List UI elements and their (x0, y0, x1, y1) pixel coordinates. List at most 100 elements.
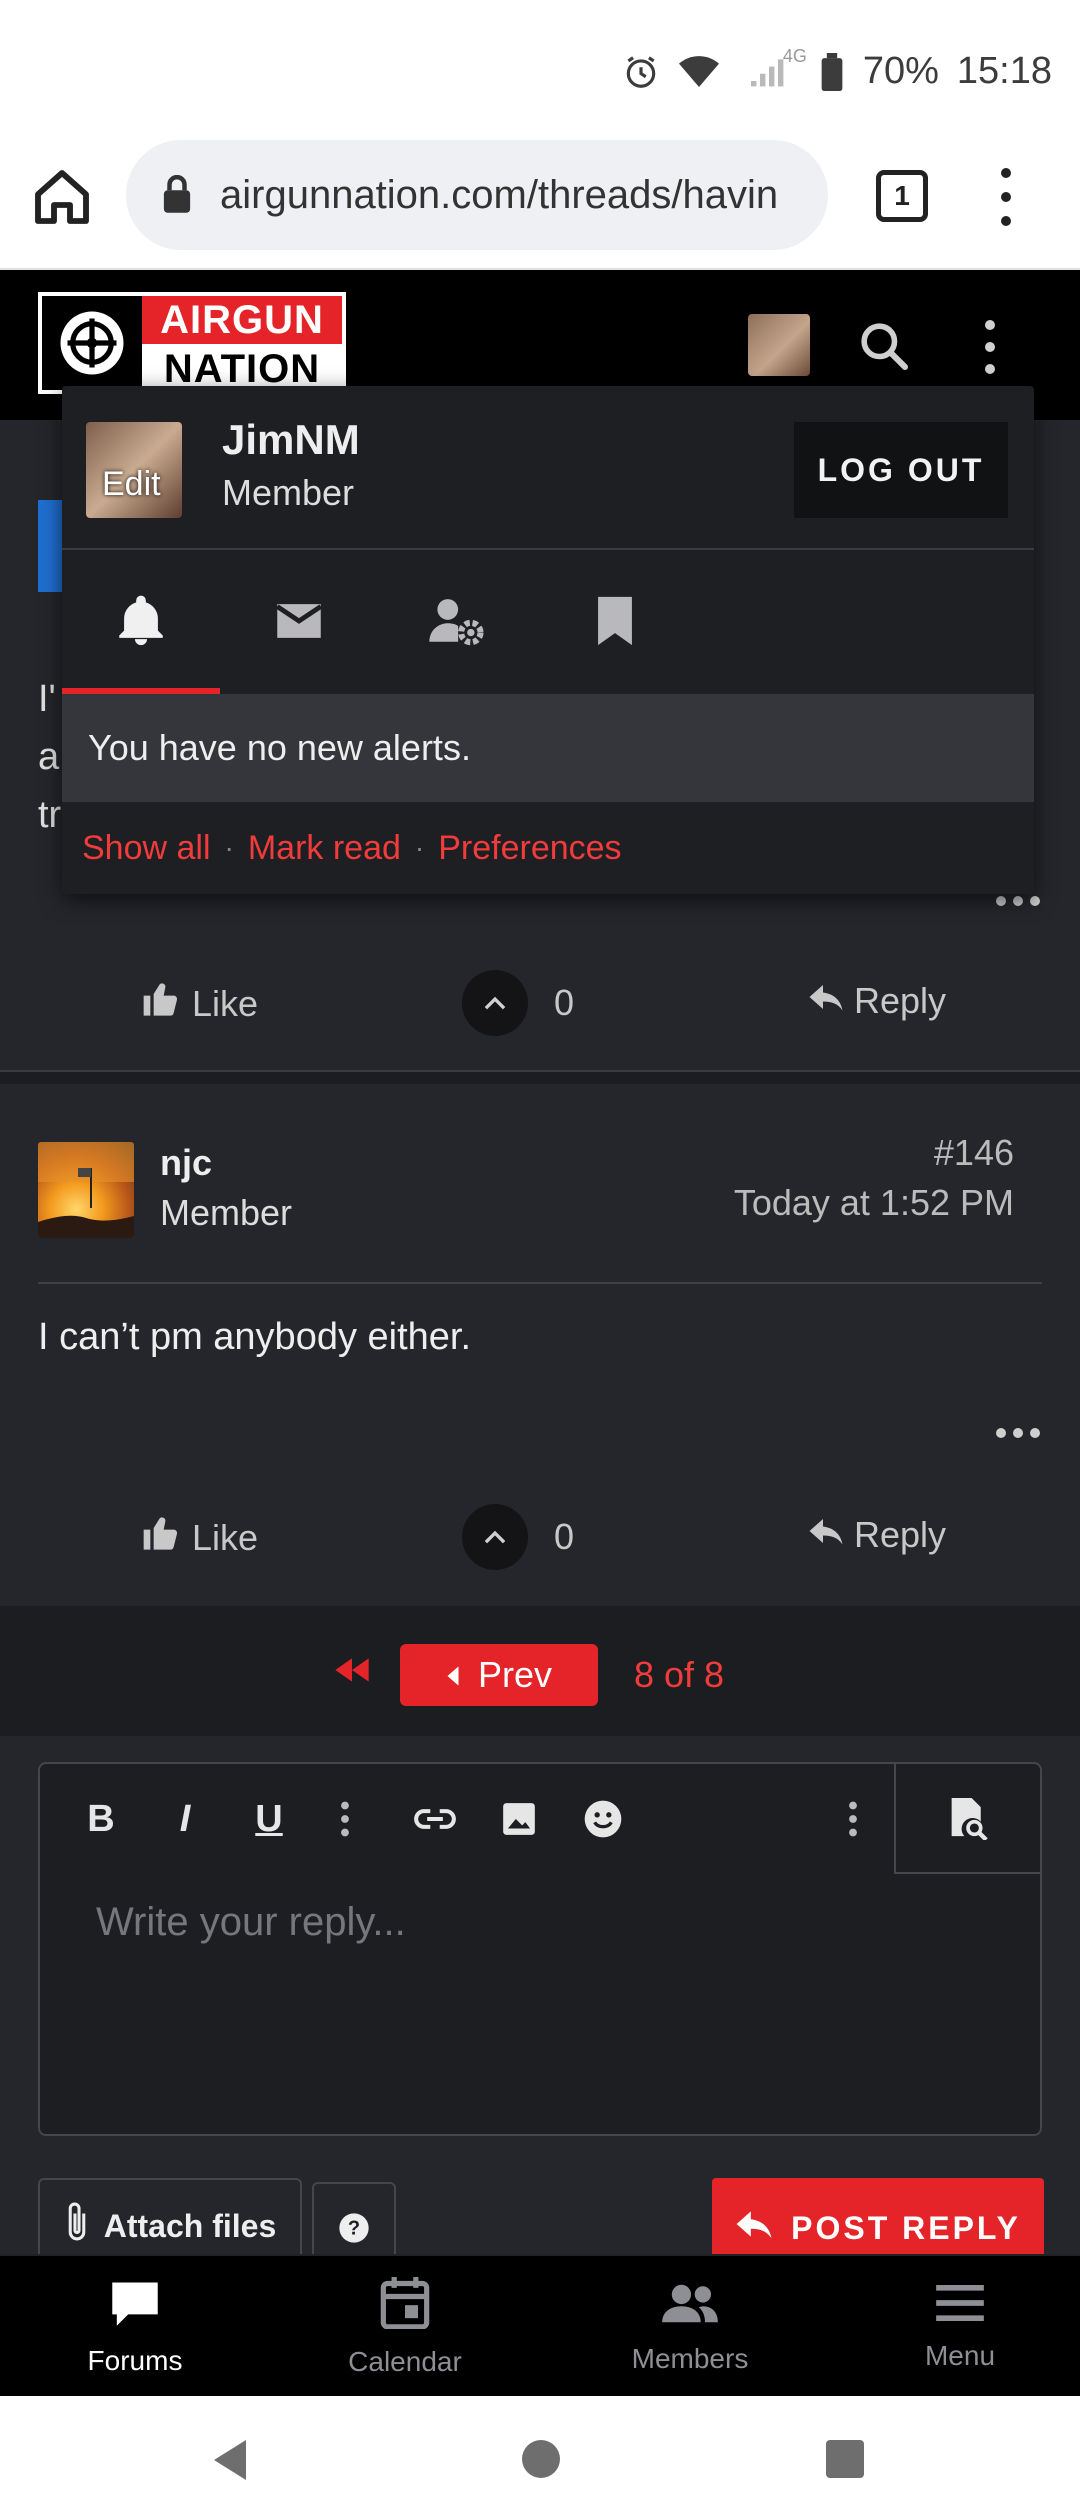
nav-menu[interactable]: Menu (825, 2256, 1080, 2398)
hamburger-icon (934, 2283, 986, 2330)
vote-control: 0 (462, 1504, 574, 1570)
logout-button[interactable]: LOG OUT (794, 422, 1008, 518)
like-button[interactable]: Like (142, 980, 258, 1027)
tab-alerts[interactable] (62, 552, 220, 694)
quote-strip (38, 500, 62, 592)
image-icon[interactable] (494, 1794, 544, 1844)
post-timestamp[interactable]: Today at 1:52 PM (734, 1182, 1014, 1224)
paperclip-icon (64, 2200, 90, 2252)
reply-button[interactable]: Reply (808, 980, 946, 1022)
site-menu-icon[interactable] (980, 320, 1000, 374)
recent-apps-icon[interactable] (826, 2440, 864, 2478)
reply-arrow-icon (735, 2208, 773, 2248)
post-text-fragment: I' a tr (38, 678, 62, 836)
alerts-message: You have no new alerts. (62, 694, 1034, 802)
browser-toolbar: airgunnation.com/threads/havin 1 (0, 130, 1080, 270)
system-navigation (0, 2396, 1080, 2520)
page-status[interactable]: 8 of 8 (634, 1654, 724, 1696)
battery-level: 70% (862, 50, 939, 92)
more-options-icon[interactable] (996, 1428, 1040, 1440)
preview-icon[interactable] (894, 1764, 1040, 1874)
battery-icon (819, 52, 845, 92)
popup-user-row: Edit JimNM Member LOG OUT (62, 386, 1034, 550)
first-page-icon[interactable] (332, 1654, 372, 1686)
vote-control: 0 (462, 970, 574, 1036)
lock-icon (162, 174, 198, 215)
nav-forums[interactable]: Forums (0, 2256, 270, 2398)
alerts-footer: Show all · Mark read · Preferences (62, 802, 1034, 894)
caret-left-icon (446, 1654, 460, 1696)
bold-icon[interactable]: B (76, 1794, 126, 1844)
tab-switcher-button[interactable]: 1 (876, 170, 928, 222)
logo-text-nation: NATION (142, 344, 342, 390)
wifi-icon (678, 52, 719, 92)
more-insert-options-icon[interactable] (828, 1794, 878, 1844)
bookmark-icon (590, 592, 640, 655)
popup-avatar[interactable]: Edit (86, 422, 182, 518)
post-actions: Like 0 Reply (0, 950, 1080, 1070)
editor-toolbar: B I U (40, 1764, 1040, 1874)
site-logo[interactable]: AIRGUN NATION (38, 292, 346, 394)
user-avatar[interactable] (748, 314, 810, 376)
poster-role: Member (160, 1192, 293, 1233)
post-header-separator (38, 1282, 1042, 1284)
vote-count: 0 (554, 982, 575, 1023)
signal-icon: 4G (737, 46, 807, 92)
nav-members[interactable]: Members (555, 2256, 825, 2398)
mark-read-link[interactable]: Mark read (248, 829, 401, 868)
link-icon[interactable] (410, 1794, 460, 1844)
network-type: 4G (782, 45, 807, 66)
bottom-navigation: Forums Calendar Members Menu (0, 2254, 1080, 2396)
reply-button[interactable]: Reply (808, 1514, 946, 1556)
poster-avatar[interactable] (38, 1142, 134, 1238)
show-all-link[interactable]: Show all (82, 829, 211, 868)
browser-menu-icon[interactable] (982, 162, 1030, 232)
crosshair-icon (42, 296, 142, 390)
svg-text:?: ? (348, 2218, 360, 2240)
popup-tabs (62, 552, 1034, 694)
reply-arrow-icon (808, 980, 844, 1022)
clock: 15:18 (956, 50, 1052, 92)
more-options-icon[interactable] (996, 896, 1040, 908)
thumbs-up-icon (142, 1514, 182, 1561)
chat-bubble-icon (107, 2278, 163, 2335)
user-cog-icon (427, 592, 487, 655)
alarm-icon (621, 52, 661, 92)
post-number[interactable]: #146 (934, 1132, 1014, 1174)
post-body: I can’t pm anybody either. (38, 1316, 472, 1358)
more-text-options-icon[interactable] (320, 1794, 370, 1844)
link-separator: · (224, 832, 234, 863)
url-text: airgunnation.com/threads/havin (220, 172, 779, 217)
status-icons: 4G 70% 15:18 (621, 46, 1052, 93)
account-popup: Edit JimNM Member LOG OUT You have no ne (62, 386, 1034, 894)
tab-conversations[interactable] (220, 552, 378, 694)
poster-username[interactable]: njc (160, 1142, 212, 1184)
upvote-button[interactable] (462, 970, 528, 1036)
status-bar: 4G 70% 15:18 (0, 0, 1080, 140)
tab-bookmarks[interactable] (536, 552, 694, 694)
like-button[interactable]: Like (142, 1514, 258, 1561)
reply-input[interactable]: Write your reply... (96, 1900, 406, 1945)
calendar-icon (380, 2276, 430, 2336)
vote-count: 0 (554, 1516, 575, 1557)
tab-account[interactable] (378, 552, 536, 694)
underline-icon[interactable]: U (244, 1794, 294, 1844)
emoji-icon[interactable] (578, 1794, 628, 1844)
preferences-link[interactable]: Preferences (438, 829, 621, 868)
home-icon[interactable] (30, 165, 94, 229)
reply-arrow-icon (808, 1514, 844, 1556)
back-icon[interactable] (210, 2438, 250, 2487)
prev-page-button[interactable]: Prev (400, 1644, 598, 1706)
upvote-button[interactable] (462, 1504, 528, 1570)
avatar-edit-label[interactable]: Edit (102, 465, 161, 504)
bell-icon (112, 592, 170, 655)
address-bar[interactable]: airgunnation.com/threads/havin (126, 140, 828, 250)
post-actions: Like 0 Reply (0, 1484, 1080, 1604)
popup-username[interactable]: JimNM (222, 416, 360, 464)
link-separator: · (414, 832, 425, 863)
search-icon[interactable] (856, 318, 912, 374)
pagination: Prev 8 of 8 (0, 1606, 1080, 1736)
italic-icon[interactable]: I (160, 1794, 210, 1844)
nav-calendar[interactable]: Calendar (270, 2256, 540, 2398)
home-circle-icon[interactable] (522, 2440, 560, 2478)
